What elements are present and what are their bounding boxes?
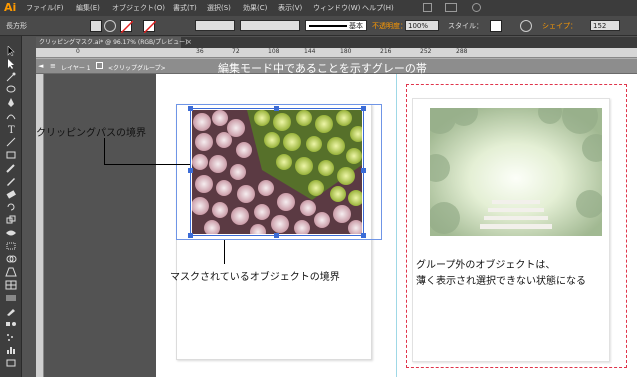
- selection-tool-icon[interactable]: [5, 45, 17, 57]
- back-arrow-icon[interactable]: ◄: [38, 62, 43, 70]
- perspective-grid-tool-icon[interactable]: [5, 267, 17, 277]
- style-label: スタイル：: [448, 22, 483, 30]
- ruler-tick: 0: [76, 48, 80, 55]
- blend-tool-icon[interactable]: [5, 319, 17, 329]
- outside-group-callout-line2: 薄く表示され選択できない状態になる: [416, 276, 586, 287]
- bridge-icon[interactable]: [423, 3, 432, 12]
- outside-group-outline: [406, 84, 627, 368]
- ruler-tick: 252: [420, 48, 432, 55]
- symbol-sprayer-tool-icon[interactable]: [5, 332, 17, 342]
- width-tool-icon[interactable]: [5, 228, 17, 238]
- stroke-weight-field[interactable]: [195, 20, 235, 31]
- stroke-style-field[interactable]: 基本: [305, 20, 367, 31]
- masked-object-callout: マスクされているオブジェクトの境界: [170, 272, 340, 283]
- recolor-artwork-icon[interactable]: [520, 20, 532, 32]
- tools-panel: T: [0, 36, 22, 377]
- opacity-label[interactable]: 不透明度：: [372, 21, 407, 31]
- vertical-ruler: [36, 58, 44, 377]
- shape-builder-tool-icon[interactable]: [5, 254, 17, 264]
- group-icon: [96, 62, 103, 69]
- control-bar: 長方形 基本 不透明度： 100% スタイル： シェイプ： 152: [0, 16, 637, 36]
- menu-object[interactable]: オブジェクト(O): [112, 3, 165, 13]
- menu-effect[interactable]: 効果(C): [243, 3, 267, 13]
- clipping-path-callout: クリッピングパスの境界: [36, 128, 146, 139]
- ruler-tick: 144: [304, 48, 316, 55]
- menu-bar: Ai ファイル(F) 編集(E) オブジェクト(O) 書式(T) 選択(S) 効…: [0, 0, 637, 16]
- callout-line: [224, 240, 225, 264]
- callout-line: [104, 138, 105, 164]
- horizontal-ruler: 0 36 72 108 144 180 216 252 288: [36, 48, 637, 58]
- eyedropper-tool-icon[interactable]: [5, 306, 17, 316]
- menu-edit[interactable]: 編集(E): [76, 3, 100, 13]
- app-logo: Ai: [4, 1, 17, 14]
- guide-line: [396, 74, 397, 377]
- ruler-tick: 72: [232, 48, 240, 55]
- pen-tool-icon[interactable]: [5, 98, 17, 108]
- svg-text:T: T: [8, 125, 15, 134]
- type-tool-icon[interactable]: T: [5, 124, 17, 136]
- stroke-style-label: 基本: [349, 22, 363, 30]
- gpu-preview-icon[interactable]: [472, 3, 481, 12]
- shape-label[interactable]: シェイプ：: [542, 21, 577, 31]
- canvas[interactable]: クリッピングパスの境界 マスクされているオブジェクトの境界 グループ外のオブジェ…: [36, 74, 637, 377]
- pencil-tool-icon[interactable]: [5, 176, 17, 186]
- eraser-tool-icon[interactable]: [5, 189, 17, 199]
- curvature-tool-icon[interactable]: [5, 111, 17, 121]
- breadcrumb-group[interactable]: <クリップグループ>: [108, 63, 166, 72]
- lasso-tool-icon[interactable]: [5, 85, 17, 95]
- document-tab[interactable]: クリッピングマスク.ai* @ 96.17% (RGB/プレビュー): [36, 37, 188, 48]
- stroke-none-swatch[interactable]: [143, 20, 157, 34]
- ruler-tick: 180: [340, 48, 352, 55]
- graphic-style-swatch[interactable]: [490, 20, 502, 32]
- ruler-tick: 216: [380, 48, 392, 55]
- line-tool-icon[interactable]: [5, 137, 17, 147]
- menu-view[interactable]: 表示(V): [278, 3, 302, 13]
- breadcrumb-layer[interactable]: レイヤー 1: [61, 63, 91, 72]
- menu-select[interactable]: 選択(S): [207, 3, 231, 13]
- menu-type[interactable]: 書式(T): [173, 3, 197, 13]
- menu-window[interactable]: ウィンドウ(W): [313, 3, 360, 13]
- recolor-icon[interactable]: [104, 20, 116, 32]
- isolation-mode-bar: ◄ ≡ レイヤー 1 <クリップグループ> 編集モード中であることを示すグレーの…: [36, 58, 637, 75]
- shape-width-field[interactable]: 152: [590, 20, 620, 31]
- rectangle-tool-icon[interactable]: [5, 150, 17, 160]
- fill-swatch[interactable]: [90, 20, 102, 32]
- arrange-documents-icon[interactable]: [445, 3, 457, 12]
- object-type-label: 長方形: [6, 22, 27, 30]
- paintbrush-tool-icon[interactable]: [5, 163, 17, 173]
- ruler-tick: 108: [268, 48, 280, 55]
- artboard-tool-icon[interactable]: [5, 358, 17, 368]
- rotate-tool-icon[interactable]: [5, 202, 17, 212]
- direct-selection-tool-icon[interactable]: [5, 59, 17, 69]
- mesh-tool-icon[interactable]: [5, 280, 17, 290]
- scale-tool-icon[interactable]: [5, 215, 17, 225]
- masked-object-bounds: [176, 104, 382, 240]
- ruler-tick: 288: [456, 48, 468, 55]
- layer-stack-icon: ≡: [50, 62, 56, 70]
- callout-line: [104, 164, 190, 165]
- close-tab-icon[interactable]: ×: [186, 38, 192, 46]
- menu-help[interactable]: ヘルプ(H): [362, 3, 394, 13]
- magic-wand-tool-icon[interactable]: [5, 72, 17, 82]
- opacity-field[interactable]: 100%: [405, 20, 439, 31]
- menu-file[interactable]: ファイル(F): [26, 3, 64, 13]
- graph-tool-icon[interactable]: [5, 345, 17, 355]
- free-transform-tool-icon[interactable]: [5, 241, 17, 251]
- outside-group-callout-line1: グループ外のオブジェクトは、: [416, 260, 556, 271]
- gradient-tool-icon[interactable]: [5, 293, 17, 303]
- stroke-color-swatch[interactable]: [120, 20, 134, 34]
- ruler-tick: 36: [196, 48, 204, 55]
- document-tab-bar: クリッピングマスク.ai* @ 96.17% (RGB/プレビュー) ×: [36, 37, 637, 48]
- variable-width-field[interactable]: [240, 20, 300, 31]
